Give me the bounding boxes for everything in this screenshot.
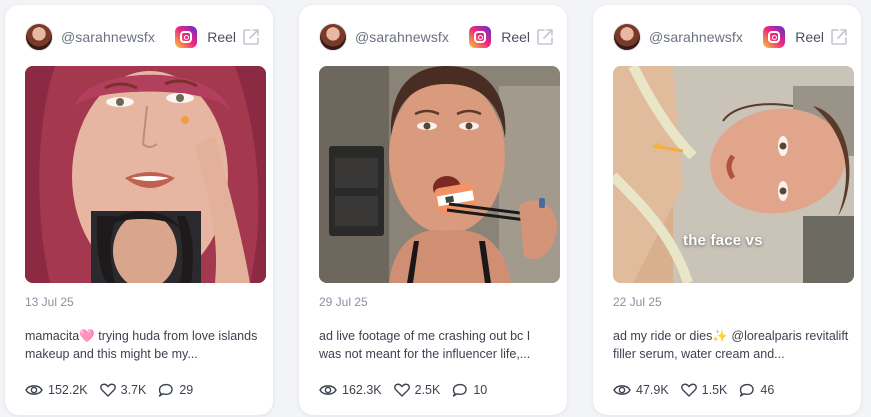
comments-stat: 46 xyxy=(739,383,774,398)
card-header: @sarahnewsfx Reel xyxy=(299,23,567,51)
platform-type-label: Reel xyxy=(207,29,236,45)
likes-count: 2.5K xyxy=(414,383,441,397)
likes-stat: 2.5K xyxy=(393,383,441,397)
likes-stat: 3.7K xyxy=(99,383,147,397)
post-card[interactable]: @sarahnewsfx Reel xyxy=(5,5,273,415)
card-header: @sarahnewsfx Reel xyxy=(5,23,273,51)
creator-handle[interactable]: @sarahnewsfx xyxy=(649,29,743,45)
eye-icon xyxy=(613,385,631,395)
post-caption: ad my ride or dies✨ @lorealparis revital… xyxy=(613,329,849,361)
post-thumbnail[interactable]: the face vs xyxy=(613,66,854,283)
creator-handle[interactable]: @sarahnewsfx xyxy=(61,29,155,45)
comments-count: 29 xyxy=(179,383,194,397)
platform-type-label: Reel xyxy=(795,29,824,45)
post-date: 29 Jul 25 xyxy=(319,295,368,309)
platform-type-label: Reel xyxy=(501,29,530,45)
views-stat: 47.9K xyxy=(613,383,669,397)
avatar[interactable] xyxy=(319,23,347,51)
views-stat: 162.3K xyxy=(319,383,382,397)
post-date: 22 Jul 25 xyxy=(613,295,662,309)
post-thumbnail[interactable] xyxy=(25,66,266,283)
instagram-icon xyxy=(763,26,785,48)
comments-stat: 29 xyxy=(158,383,193,398)
comment-icon xyxy=(453,383,468,397)
comments-count: 10 xyxy=(473,383,488,397)
post-stats: 152.2K 3.7K 29 xyxy=(25,381,205,399)
thumbnail-image xyxy=(319,66,560,283)
comments-stat: 10 xyxy=(452,383,487,398)
post-date: 13 Jul 25 xyxy=(25,295,74,309)
views-stat: 152.2K xyxy=(25,383,88,397)
heart-icon xyxy=(680,383,697,397)
avatar[interactable] xyxy=(25,23,53,51)
likes-stat: 1.5K xyxy=(680,383,728,397)
heart-icon xyxy=(99,383,116,397)
thumbnail-overlay-text: the face vs xyxy=(683,232,763,249)
post-card[interactable]: @sarahnewsfx Reel the face vs 22 Jul 25 … xyxy=(593,5,861,415)
thumbnail-image xyxy=(25,66,266,283)
card-header: @sarahnewsfx Reel xyxy=(593,23,861,51)
views-count: 162.3K xyxy=(342,383,382,397)
comment-icon xyxy=(159,383,174,397)
comments-count: 46 xyxy=(760,383,775,397)
post-thumbnail[interactable] xyxy=(319,66,560,283)
post-stats: 162.3K 2.5K 10 xyxy=(319,381,499,399)
views-count: 152.2K xyxy=(48,383,88,397)
post-stats: 47.9K 1.5K 46 xyxy=(613,381,786,399)
creator-handle[interactable]: @sarahnewsfx xyxy=(355,29,449,45)
external-link-icon[interactable] xyxy=(829,27,849,47)
post-caption: mamacita🩷 trying huda from love islands … xyxy=(25,329,258,361)
eye-icon xyxy=(319,385,337,395)
post-caption: ad live footage of me crashing out bc I … xyxy=(319,329,531,361)
external-link-icon[interactable] xyxy=(535,27,555,47)
post-card[interactable]: @sarahnewsfx Reel xyxy=(299,5,567,415)
likes-count: 3.7K xyxy=(120,383,147,397)
thumbnail-image xyxy=(613,66,854,283)
views-count: 47.9K xyxy=(636,383,669,397)
likes-count: 1.5K xyxy=(701,383,728,397)
external-link-icon[interactable] xyxy=(241,27,261,47)
instagram-icon xyxy=(469,26,491,48)
eye-icon xyxy=(25,385,43,395)
avatar[interactable] xyxy=(613,23,641,51)
instagram-icon xyxy=(175,26,197,48)
heart-icon xyxy=(393,383,410,397)
comment-icon xyxy=(740,383,755,397)
